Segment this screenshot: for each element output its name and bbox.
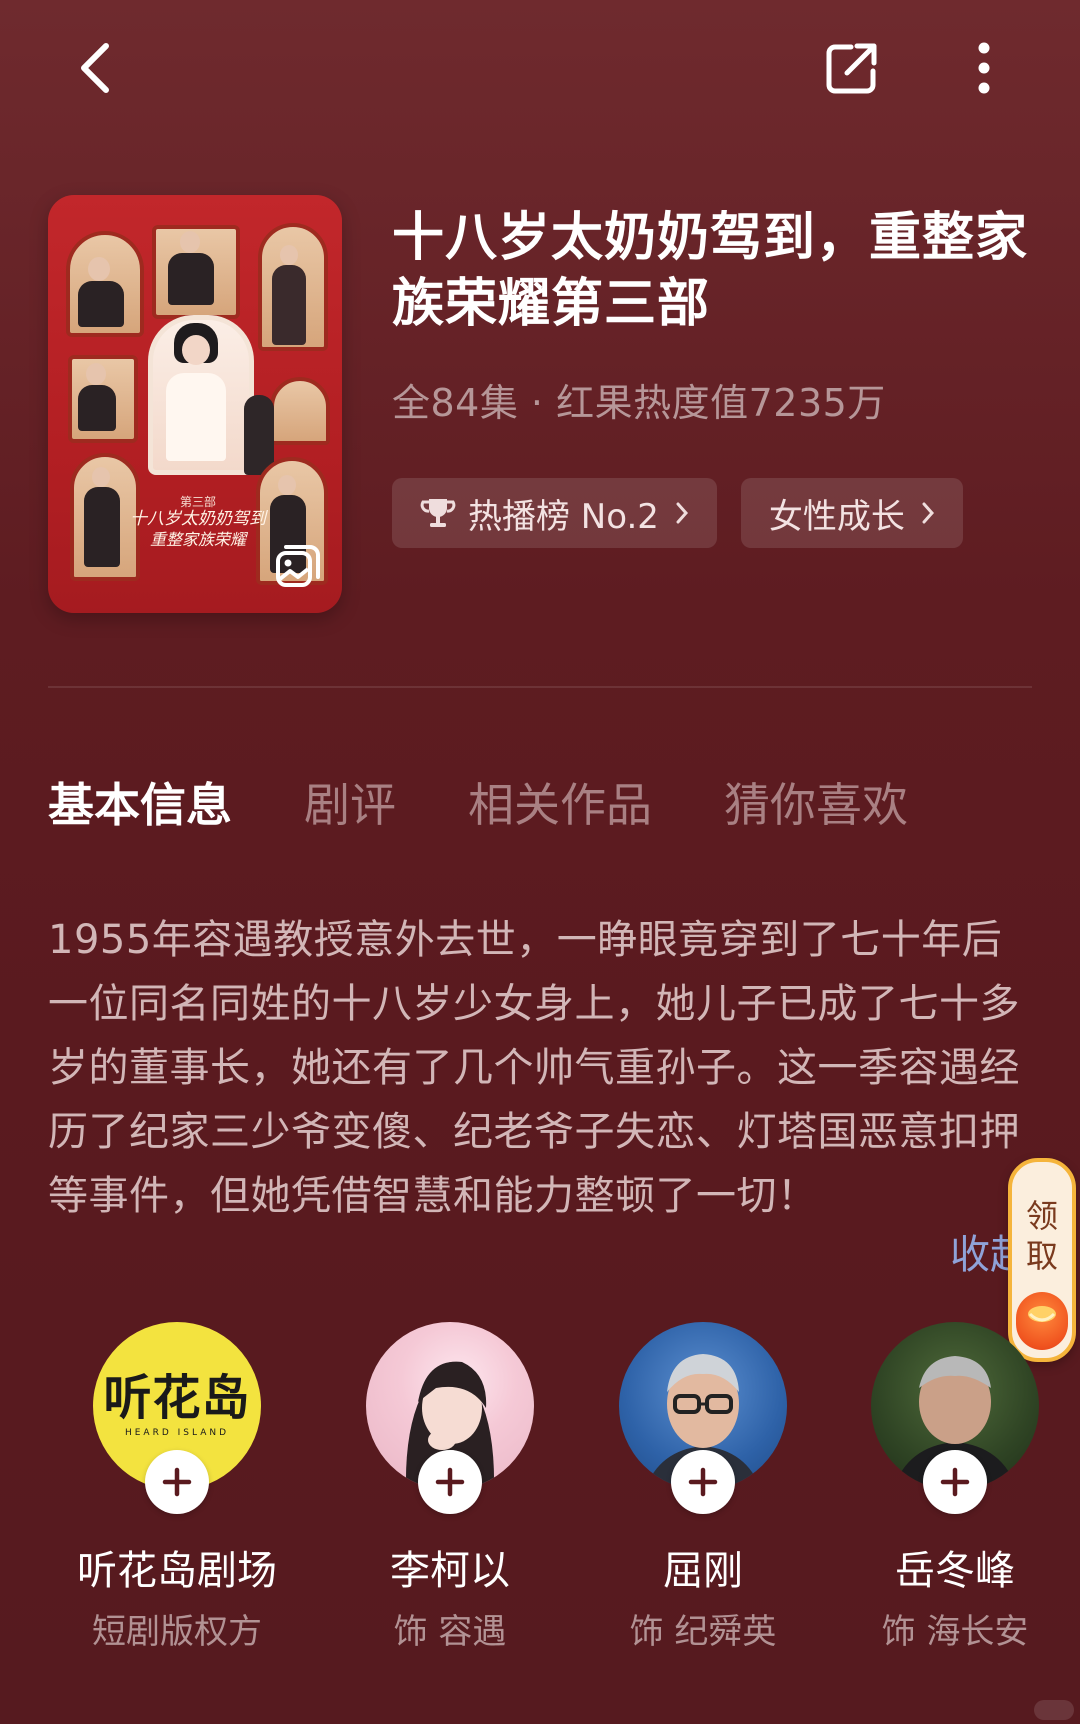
- chevron-right-icon: [921, 501, 935, 525]
- tag-row: 热播榜 No.2 女性成长: [392, 478, 963, 548]
- tag-genre[interactable]: 女性成长: [740, 478, 963, 548]
- cast-name: 听花岛剧场: [77, 1548, 277, 1594]
- plus-icon: [688, 1467, 718, 1497]
- poster-title-line1: 十八岁太奶奶驾到: [130, 509, 266, 530]
- poster-frame: [270, 377, 330, 445]
- cast-item[interactable]: 屈刚 饰 纪舜英: [588, 1322, 818, 1652]
- poster-figure: [244, 395, 274, 475]
- gallery-icon[interactable]: [274, 543, 322, 591]
- cast-name: 李柯以: [390, 1548, 510, 1594]
- show-title: 十八岁太奶奶驾到，重整家族荣耀第三部: [392, 208, 1029, 334]
- tab-bar: 基本信息 剧评 相关作品 猜你喜欢: [48, 775, 980, 835]
- share-icon: [826, 43, 877, 94]
- cast-item[interactable]: 岳冬峰 饰 海长安: [840, 1322, 1070, 1652]
- studio-logo: 听花岛: [103, 1370, 251, 1426]
- poster-figure: [272, 265, 306, 345]
- poster-figure: [280, 245, 298, 265]
- poster-series-label: 第三部: [179, 495, 216, 509]
- plus-icon: [162, 1467, 192, 1497]
- poster-figure: [166, 373, 226, 461]
- plus-icon: [940, 1467, 970, 1497]
- poster-title-line2: 重整家族荣耀: [149, 529, 246, 549]
- follow-button[interactable]: [923, 1450, 987, 1514]
- poster-figure: [168, 253, 214, 305]
- trophy-icon: [420, 496, 456, 530]
- poster-image[interactable]: 第三部 十八岁太奶奶驾到 重整家族荣耀: [48, 195, 342, 613]
- tab-recommendations[interactable]: 猜你喜欢: [724, 775, 908, 835]
- cast-role: 饰 容遇: [393, 1612, 507, 1652]
- cast-name: 屈刚: [663, 1548, 743, 1594]
- cast-list: 听花岛 HEARD ISLAND 听花岛剧场 短剧版权方 李柯以 饰 容遇 屈刚…: [0, 1322, 1080, 1652]
- poster-figure: [92, 467, 110, 487]
- poster-figure: [78, 385, 116, 431]
- back-button[interactable]: [64, 36, 128, 100]
- tab-reviews[interactable]: 剧评: [304, 775, 396, 835]
- studio-logo-sub: HEARD ISLAND: [124, 1428, 230, 1438]
- watermark: [1034, 1700, 1074, 1720]
- cast-item[interactable]: 听花岛 HEARD ISLAND 听花岛剧场 短剧版权方: [62, 1322, 292, 1652]
- chevron-right-icon: [675, 501, 689, 525]
- poster-title: 第三部 十八岁太奶奶驾到 重整家族荣耀: [118, 495, 278, 549]
- tag-ranking[interactable]: 热播榜 No.2: [392, 478, 717, 548]
- plus-icon: [435, 1467, 465, 1497]
- divider: [48, 686, 1032, 688]
- cast-item[interactable]: 李柯以 饰 容遇: [335, 1322, 565, 1652]
- follow-button[interactable]: [671, 1450, 735, 1514]
- tab-related-works[interactable]: 相关作品: [468, 775, 652, 835]
- poster-figure: [88, 257, 110, 281]
- reward-label: 领取: [1026, 1197, 1059, 1275]
- top-bar: [0, 0, 1080, 140]
- share-button[interactable]: [820, 36, 884, 100]
- tag-ranking-label: 热播榜 No.2: [468, 496, 659, 537]
- poster-figure: [182, 335, 210, 365]
- cast-role: 短剧版权方: [92, 1612, 262, 1652]
- more-vertical-icon: [978, 42, 990, 94]
- poster-figure: [278, 475, 296, 495]
- poster-figure: [78, 281, 124, 327]
- follow-button[interactable]: [145, 1450, 209, 1514]
- poster-figure: [180, 231, 200, 253]
- follow-button[interactable]: [418, 1450, 482, 1514]
- cast-role: 饰 纪舜英: [629, 1612, 777, 1652]
- tab-basic-info[interactable]: 基本信息: [48, 775, 232, 835]
- cast-name: 岳冬峰: [895, 1548, 1015, 1594]
- more-options-button[interactable]: [952, 36, 1016, 100]
- tag-genre-label: 女性成长: [768, 496, 905, 537]
- poster-figure: [86, 363, 106, 385]
- show-meta: 全84集 · 红果热度值7235万: [392, 381, 886, 425]
- chevron-left-icon: [81, 43, 109, 93]
- poster-figure: [84, 487, 120, 567]
- cast-role: 饰 海长安: [881, 1612, 1029, 1652]
- synopsis-text: 1955年容遇教授意外去世，一睁眼竟穿到了七十年后一位同名同姓的十八岁少女身上，…: [48, 917, 1020, 1219]
